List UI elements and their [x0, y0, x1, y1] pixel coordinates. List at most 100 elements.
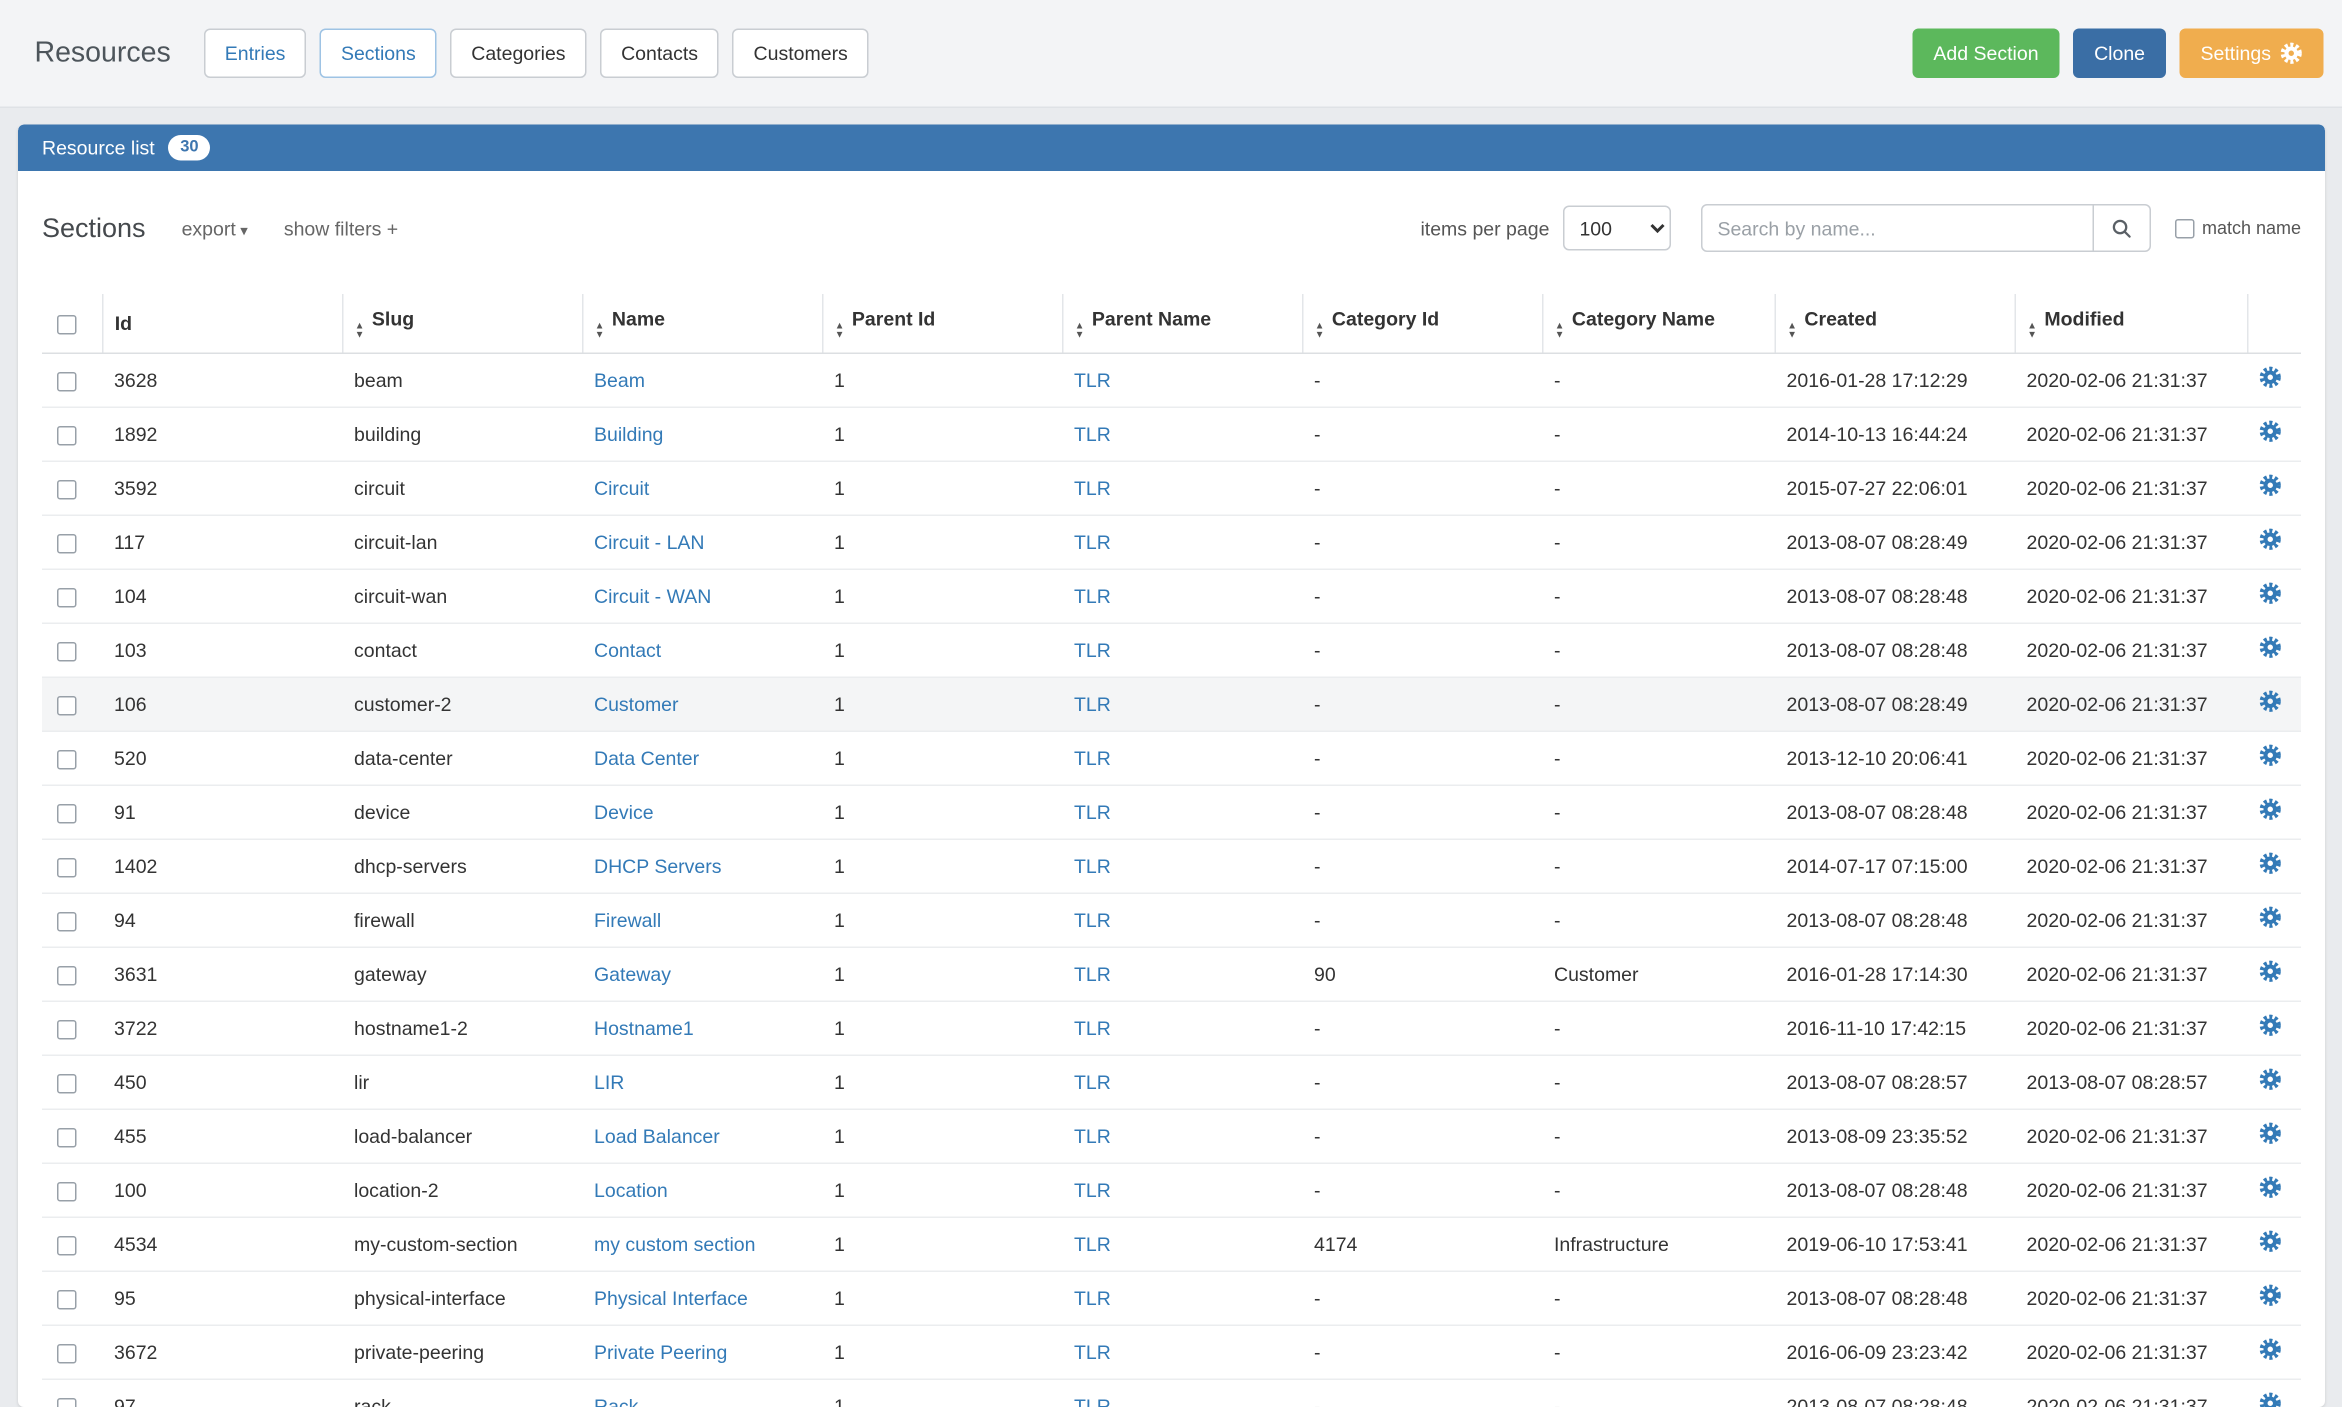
row-checkbox[interactable] — [57, 479, 77, 499]
row-settings-button[interactable] — [2259, 1014, 2282, 1037]
row-settings-button[interactable] — [2259, 1230, 2282, 1253]
row-name-link[interactable]: Hostname1 — [594, 1016, 694, 1039]
settings-button[interactable]: Settings — [2180, 29, 2324, 79]
row-parent-name-link[interactable]: TLR — [1074, 1394, 1111, 1407]
add-section-button[interactable]: Add Section — [1912, 29, 2059, 79]
row-parent-name-link[interactable]: TLR — [1074, 692, 1111, 715]
column-header-category_name[interactable]: Category Name — [1572, 308, 1715, 331]
row-settings-button[interactable] — [2259, 1338, 2282, 1361]
sort-icon[interactable]: ▲▼ — [1075, 323, 1085, 340]
row-settings-button[interactable] — [2259, 1176, 2282, 1199]
nav-button-contacts[interactable]: Contacts — [600, 29, 719, 79]
row-settings-button[interactable] — [2259, 636, 2282, 659]
row-checkbox[interactable] — [57, 587, 77, 607]
sort-icon[interactable]: ▲▼ — [1787, 323, 1797, 340]
row-parent-name-link[interactable]: TLR — [1074, 1340, 1111, 1363]
row-parent-name-link[interactable]: TLR — [1074, 638, 1111, 661]
row-settings-button[interactable] — [2259, 528, 2282, 551]
row-name-link[interactable]: Customer — [594, 692, 679, 715]
row-name-link[interactable]: Building — [594, 422, 663, 445]
export-dropdown[interactable]: export▾ — [182, 217, 248, 240]
row-parent-name-link[interactable]: TLR — [1074, 962, 1111, 985]
row-checkbox[interactable] — [57, 1073, 77, 1093]
column-header-parent_id[interactable]: Parent Id — [852, 308, 935, 331]
row-settings-button[interactable] — [2259, 1392, 2282, 1407]
row-name-link[interactable]: Circuit — [594, 476, 649, 499]
row-name-link[interactable]: LIR — [594, 1070, 624, 1093]
row-name-link[interactable]: Location — [594, 1178, 668, 1201]
row-parent-name-link[interactable]: TLR — [1074, 1232, 1111, 1255]
column-header-category_id[interactable]: Category Id — [1332, 308, 1439, 331]
row-name-link[interactable]: Physical Interface — [594, 1286, 748, 1309]
row-checkbox[interactable] — [57, 425, 77, 445]
row-checkbox[interactable] — [57, 1343, 77, 1363]
row-parent-name-link[interactable]: TLR — [1074, 800, 1111, 823]
column-header-modified[interactable]: Modified — [2044, 308, 2124, 331]
sort-icon[interactable]: ▲▼ — [1315, 323, 1325, 340]
row-checkbox[interactable] — [57, 965, 77, 985]
row-parent-name-link[interactable]: TLR — [1074, 530, 1111, 553]
column-header-parent_name[interactable]: Parent Name — [1092, 308, 1211, 331]
sort-icon[interactable]: ▲▼ — [2027, 323, 2037, 340]
row-checkbox[interactable] — [57, 1019, 77, 1039]
row-name-link[interactable]: Data Center — [594, 746, 699, 769]
row-name-link[interactable]: Private Peering — [594, 1340, 727, 1363]
column-header-created[interactable]: Created — [1804, 308, 1877, 331]
row-name-link[interactable]: Device — [594, 800, 654, 823]
row-settings-button[interactable] — [2259, 960, 2282, 983]
row-checkbox[interactable] — [57, 371, 77, 391]
row-settings-button[interactable] — [2259, 1122, 2282, 1145]
row-parent-name-link[interactable]: TLR — [1074, 584, 1111, 607]
row-settings-button[interactable] — [2259, 474, 2282, 497]
column-header-name[interactable]: Name — [612, 308, 665, 331]
nav-button-sections[interactable]: Sections — [320, 29, 437, 79]
nav-button-customers[interactable]: Customers — [733, 29, 869, 79]
select-all-checkbox[interactable] — [57, 315, 77, 335]
row-settings-button[interactable] — [2259, 366, 2282, 389]
row-name-link[interactable]: Contact — [594, 638, 661, 661]
row-parent-name-link[interactable]: TLR — [1074, 422, 1111, 445]
row-parent-name-link[interactable]: TLR — [1074, 1016, 1111, 1039]
row-name-link[interactable]: Beam — [594, 368, 645, 391]
row-name-link[interactable]: my custom section — [594, 1232, 755, 1255]
row-settings-button[interactable] — [2259, 690, 2282, 713]
row-parent-name-link[interactable]: TLR — [1074, 1286, 1111, 1309]
row-checkbox[interactable] — [57, 749, 77, 769]
row-parent-name-link[interactable]: TLR — [1074, 1124, 1111, 1147]
row-checkbox[interactable] — [57, 533, 77, 553]
row-parent-name-link[interactable]: TLR — [1074, 476, 1111, 499]
column-header-slug[interactable]: Slug — [372, 308, 414, 331]
clone-button[interactable]: Clone — [2073, 29, 2166, 79]
row-settings-button[interactable] — [2259, 1284, 2282, 1307]
match-name-checkbox[interactable] — [2175, 218, 2195, 238]
search-input[interactable] — [1701, 204, 2094, 252]
row-checkbox[interactable] — [57, 803, 77, 823]
sort-icon[interactable]: ▲▼ — [355, 323, 365, 340]
row-name-link[interactable]: Circuit - WAN — [594, 584, 711, 607]
row-settings-button[interactable] — [2259, 1068, 2282, 1091]
sort-icon[interactable]: ▲▼ — [835, 323, 845, 340]
row-name-link[interactable]: Load Balancer — [594, 1124, 720, 1147]
row-checkbox[interactable] — [57, 1127, 77, 1147]
row-parent-name-link[interactable]: TLR — [1074, 1178, 1111, 1201]
row-settings-button[interactable] — [2259, 798, 2282, 821]
row-settings-button[interactable] — [2259, 420, 2282, 443]
row-name-link[interactable]: Circuit - LAN — [594, 530, 705, 553]
nav-button-categories[interactable]: Categories — [450, 29, 586, 79]
items-per-page-select[interactable]: 100 — [1563, 206, 1671, 251]
row-parent-name-link[interactable]: TLR — [1074, 368, 1111, 391]
row-settings-button[interactable] — [2259, 852, 2282, 875]
sort-icon[interactable]: ▲▼ — [1555, 323, 1565, 340]
row-checkbox[interactable] — [57, 857, 77, 877]
row-parent-name-link[interactable]: TLR — [1074, 908, 1111, 931]
row-checkbox[interactable] — [57, 1181, 77, 1201]
row-settings-button[interactable] — [2259, 582, 2282, 605]
row-settings-button[interactable] — [2259, 906, 2282, 929]
row-checkbox[interactable] — [57, 1235, 77, 1255]
row-parent-name-link[interactable]: TLR — [1074, 1070, 1111, 1093]
row-name-link[interactable]: Firewall — [594, 908, 661, 931]
row-name-link[interactable]: Gateway — [594, 962, 671, 985]
row-checkbox[interactable] — [57, 695, 77, 715]
row-name-link[interactable]: DHCP Servers — [594, 854, 722, 877]
search-button[interactable] — [2094, 204, 2151, 252]
